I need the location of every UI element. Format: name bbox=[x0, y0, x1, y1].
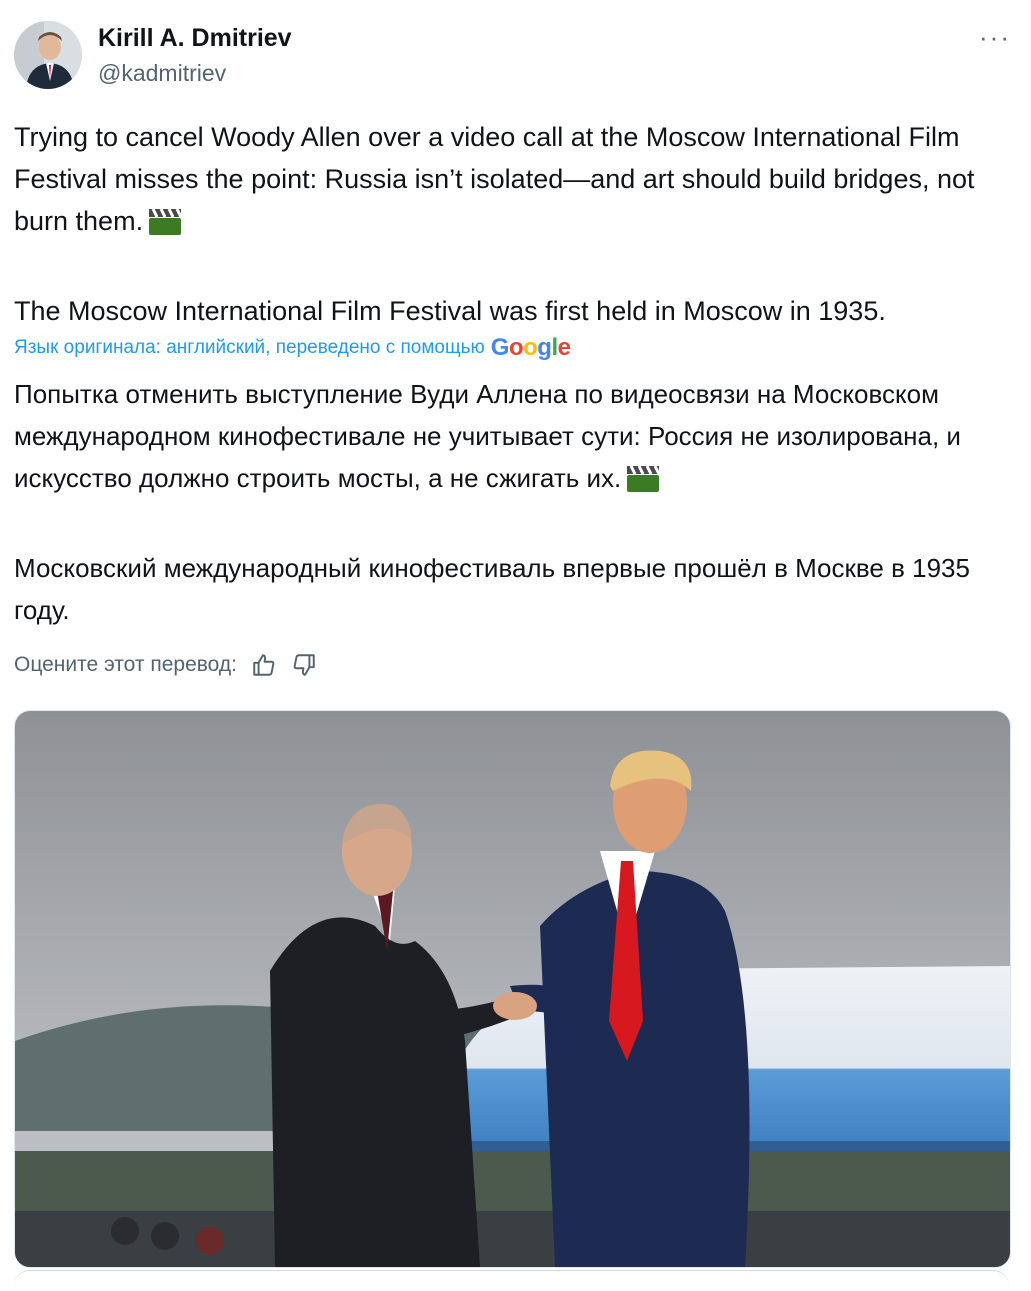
photo-image bbox=[15, 711, 1010, 1267]
tweet-photo[interactable] bbox=[14, 710, 1011, 1268]
translated-paragraph-text: Попытка отменить выступление Вуди Аллена… bbox=[14, 379, 961, 493]
clapper-board-icon bbox=[147, 206, 183, 248]
translation-notice[interactable]: Язык оригинала: английский, переведено с… bbox=[14, 334, 571, 362]
google-logo-text: Google bbox=[490, 334, 571, 361]
rate-translation: Оцените этот перевод: bbox=[14, 652, 317, 678]
author-handle[interactable]: @kadmitriev bbox=[98, 60, 226, 87]
translated-text: Попытка отменить выступление Вуди Аллена… bbox=[14, 373, 1014, 631]
translation-notice-text: Язык оригинала: английский, переведено с… bbox=[14, 337, 485, 358]
translated-paragraph: Московский международный кинофестиваль в… bbox=[14, 553, 970, 625]
translated-paragraph: Попытка отменить выступление Вуди Аллена… bbox=[14, 373, 1014, 505]
google-logo: Google bbox=[491, 334, 571, 361]
rate-translation-label: Оцените этот перевод: bbox=[14, 653, 237, 676]
author-name[interactable]: Kirill A. Dmitriev bbox=[98, 24, 292, 53]
clapper-board-icon bbox=[625, 463, 661, 505]
thumbs-down-icon[interactable] bbox=[291, 652, 317, 678]
more-options-icon[interactable]: ··· bbox=[979, 22, 1011, 53]
thumbs-up-icon[interactable] bbox=[251, 652, 277, 678]
tweet-paragraph: The Moscow International Film Festival w… bbox=[14, 296, 886, 326]
card-divider bbox=[14, 1270, 1009, 1291]
tweet-text: Trying to cancel Woody Allen over a vide… bbox=[14, 116, 1014, 332]
avatar-image bbox=[14, 21, 82, 89]
avatar[interactable] bbox=[14, 21, 82, 89]
tweet-paragraph: Trying to cancel Woody Allen over a vide… bbox=[14, 116, 1014, 248]
